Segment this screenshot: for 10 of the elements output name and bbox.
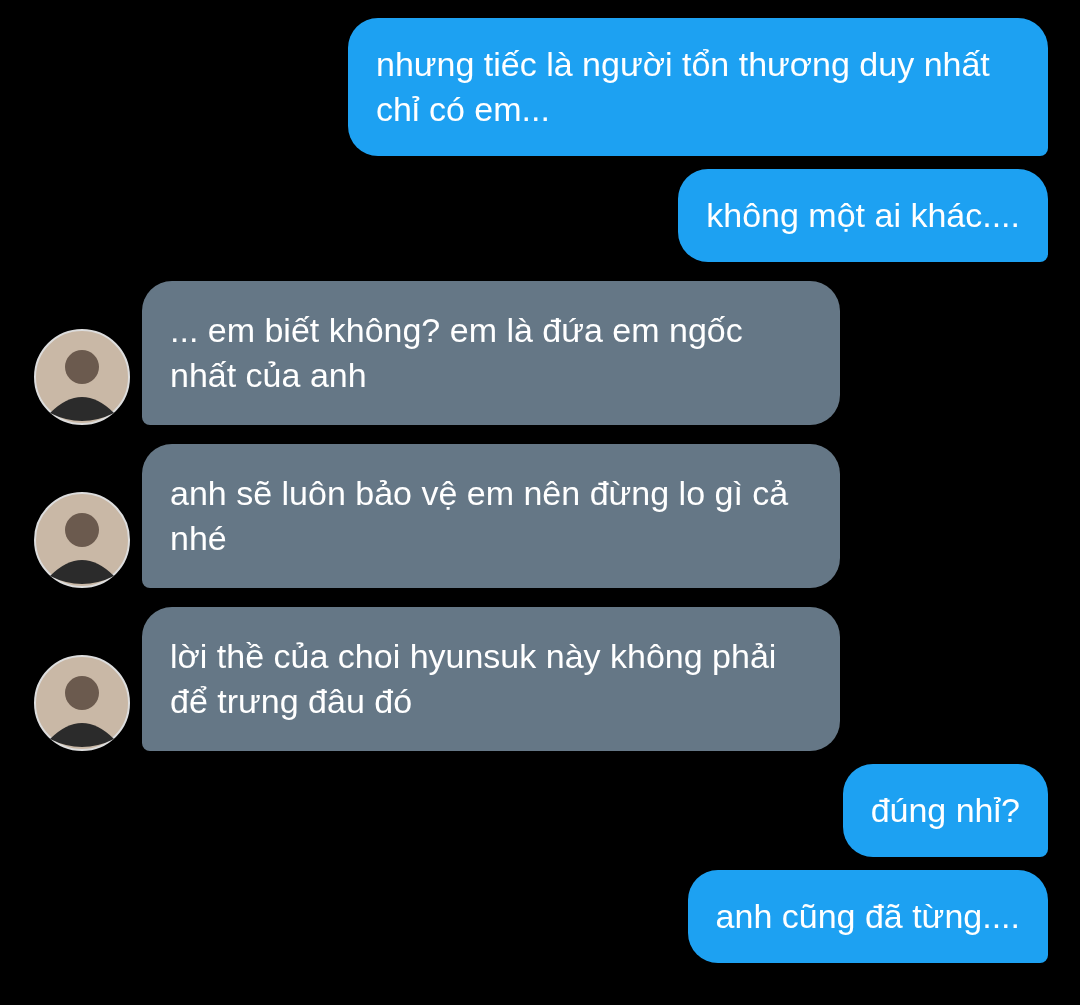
avatar-icon: [34, 492, 130, 588]
avatar-icon: [34, 329, 130, 425]
sent-message-bubble: nhưng tiếc là người tổn thương duy nhất chỉ có em...: [348, 18, 1048, 156]
received-message-bubble: ... em biết không? em là đứa em ngốc nhất của anh: [142, 281, 840, 425]
sent-message-bubble: đúng nhỉ?: [842, 764, 1048, 857]
avatar-icon: [34, 655, 130, 751]
sent-message-bubble: anh cũng đã từng....: [687, 870, 1048, 963]
sent-message-bubble: không một ai khác....: [678, 169, 1048, 262]
received-message-bubble: anh sẽ luôn bảo vệ em nên đừng lo gì cả nhé: [142, 444, 840, 588]
received-message-bubble: lời thề của choi hyunsuk này không phải để trưng đâu đó: [142, 607, 840, 751]
